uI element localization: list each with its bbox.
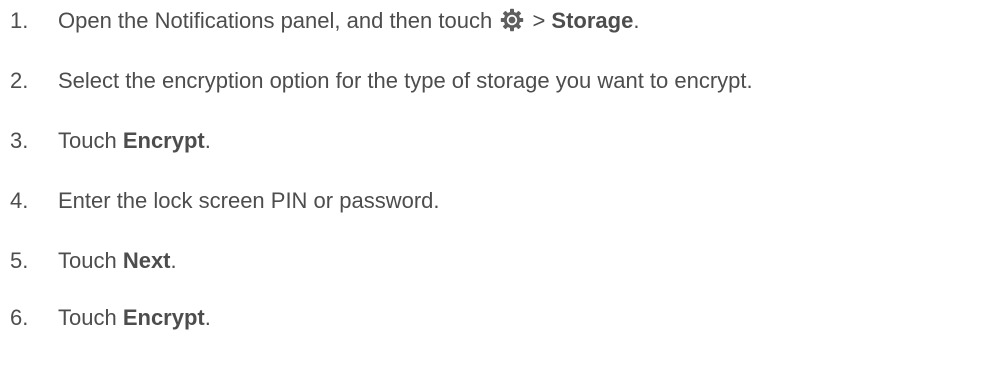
step-text-end: . [204,128,211,153]
step-number: 4. [10,188,29,213]
step-4: 4. Enter the lock screen PIN or password. [10,188,440,214]
step-number: 5. [10,248,29,273]
step-text: Select the encryption option for the typ… [58,68,753,93]
step-number: 6. [10,305,29,330]
step-number: 2. [10,68,29,93]
step-number: 3. [10,128,29,153]
step-bold-term: Encrypt [122,128,205,153]
step-2: 2. Select the encryption option for the t… [10,68,753,94]
step-number: 1. [10,8,29,33]
gear-icon [501,8,524,32]
step-text: Touch [58,248,123,273]
step-text-end: . [204,305,211,330]
step-bold-term: Storage [551,8,634,33]
step-5: 5. Touch Next. [10,248,177,274]
step-text: Touch [58,305,123,330]
step-text-end: . [633,8,640,33]
step-1: 1. Open the Notifications panel, and then… [10,8,639,34]
step-text: Enter the lock screen PIN or password. [58,188,440,213]
step-bold-term: Next [122,248,171,273]
step-6: 6. Touch Encrypt. [10,305,211,331]
step-3: 3. Touch Encrypt. [10,128,211,154]
step-text: Open the Notifications panel, and then t… [58,8,493,33]
step-text-end: . [170,248,177,273]
step-bold-term: Encrypt [122,305,205,330]
step-text: Touch [58,128,123,153]
step-separator: > [526,8,552,33]
